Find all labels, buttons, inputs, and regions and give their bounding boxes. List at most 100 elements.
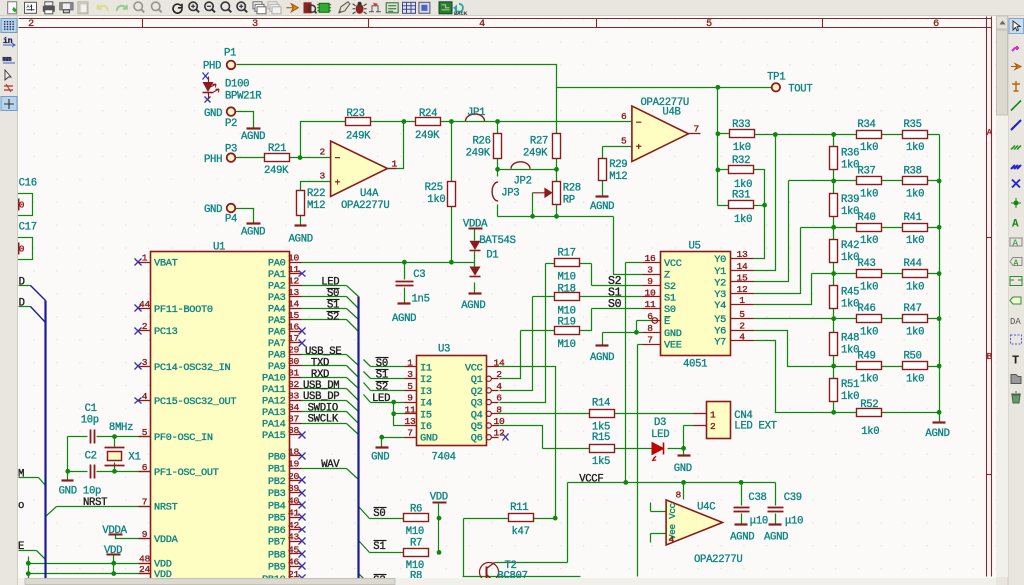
svg-text:32: 32	[288, 379, 299, 390]
svg-text:39: 39	[288, 483, 299, 494]
svg-text:D100: D100	[225, 78, 249, 90]
svg-text:PB3: PB3	[268, 488, 286, 500]
svg-text:PB6: PB6	[268, 525, 286, 537]
svg-text:BPW21R: BPW21R	[225, 90, 262, 102]
svg-text:45: 45	[288, 544, 299, 555]
svg-text:U4B: U4B	[662, 107, 680, 119]
svg-text:P3: P3	[225, 144, 237, 156]
svg-text:U3: U3	[438, 344, 450, 356]
svg-text:1k0: 1k0	[733, 142, 751, 154]
svg-text:PB4: PB4	[268, 500, 286, 512]
svg-text:43: 43	[288, 532, 299, 543]
svg-text:S0: S0	[664, 304, 676, 316]
svg-text:AGND: AGND	[392, 313, 416, 325]
svg-text:R33: R33	[732, 119, 750, 131]
svg-text:37: 37	[288, 414, 299, 425]
svg-text:PC13: PC13	[154, 326, 178, 338]
svg-text:9: 9	[142, 529, 148, 540]
svg-text:1k0: 1k0	[841, 298, 859, 310]
svg-text:10p: 10p	[81, 415, 99, 427]
svg-text:1k0: 1k0	[906, 142, 924, 154]
svg-text:14: 14	[494, 358, 505, 369]
svg-text:1k0: 1k0	[841, 160, 859, 172]
svg-text:R50: R50	[904, 351, 922, 363]
svg-text:R21: R21	[268, 143, 286, 155]
svg-text:3: 3	[320, 171, 326, 182]
svg-text:LED: LED	[372, 393, 390, 405]
svg-text:R37: R37	[857, 166, 875, 178]
svg-text:M12: M12	[307, 200, 325, 212]
svg-text:R15: R15	[592, 432, 610, 444]
svg-text:1k0: 1k0	[860, 235, 878, 247]
svg-text:AGND: AGND	[241, 227, 265, 239]
svg-text:OPA2277U: OPA2277U	[341, 200, 389, 212]
svg-text:16: 16	[645, 253, 656, 264]
svg-text:R18: R18	[558, 283, 576, 295]
svg-text:1n5: 1n5	[412, 293, 430, 305]
svg-text:5: 5	[739, 309, 745, 320]
svg-text:M10: M10	[406, 526, 424, 538]
svg-text:249K: 249K	[466, 148, 491, 160]
svg-text:Y5: Y5	[714, 314, 726, 326]
svg-text:I4: I4	[420, 398, 432, 410]
svg-text:A: A	[987, 128, 993, 138]
svg-text:3: 3	[407, 369, 413, 380]
svg-text:PB0: PB0	[268, 451, 286, 463]
svg-text:VBAT: VBAT	[154, 258, 178, 270]
svg-text:1k0: 1k0	[841, 252, 859, 264]
svg-text:PA3: PA3	[268, 292, 286, 304]
svg-text:−: −	[335, 154, 341, 165]
svg-text:9: 9	[647, 276, 653, 287]
svg-text:R32: R32	[732, 155, 750, 167]
svg-text:BACK: BACK	[454, 10, 468, 17]
svg-text:S0: S0	[376, 358, 388, 370]
svg-text:PC15-OSC32_OUT: PC15-OSC32_OUT	[154, 396, 236, 408]
svg-text:31: 31	[288, 368, 299, 379]
svg-text:U4C: U4C	[697, 502, 715, 514]
svg-text:C38: C38	[748, 492, 766, 504]
svg-text:PA6: PA6	[268, 327, 286, 339]
svg-text:4: 4	[479, 19, 485, 30]
svg-text:D: D	[19, 276, 25, 288]
svg-text:JP2: JP2	[514, 176, 532, 188]
svg-text:10: 10	[494, 416, 505, 427]
svg-text:29: 29	[288, 345, 299, 356]
svg-text:1k0: 1k0	[906, 281, 924, 293]
svg-text:44: 44	[139, 299, 150, 310]
svg-text:R27: R27	[530, 135, 548, 147]
svg-text:k47: k47	[512, 526, 530, 538]
svg-text:12: 12	[737, 284, 748, 295]
svg-text:6: 6	[621, 111, 627, 122]
svg-text:8: 8	[676, 490, 682, 501]
svg-text:R29: R29	[609, 159, 627, 171]
svg-text:1k0: 1k0	[860, 374, 878, 386]
svg-text:7: 7	[142, 497, 147, 508]
svg-text:1k0: 1k0	[427, 194, 445, 206]
svg-text:249K: 249K	[523, 148, 548, 160]
svg-text:SWDIO: SWDIO	[308, 402, 338, 414]
svg-text:20: 20	[288, 471, 299, 482]
svg-text:4: 4	[142, 391, 148, 402]
svg-text:JP3: JP3	[501, 187, 519, 199]
svg-text:USB_SE: USB_SE	[305, 346, 341, 358]
svg-text:GND: GND	[59, 486, 77, 498]
svg-text:S1: S1	[664, 293, 676, 305]
svg-text:+: +	[636, 143, 642, 154]
svg-text:PA4: PA4	[268, 304, 286, 316]
svg-text:1k0: 1k0	[860, 142, 878, 154]
svg-text:GND: GND	[420, 433, 438, 445]
svg-text:VDDA: VDDA	[463, 219, 488, 231]
svg-text:PB1: PB1	[268, 464, 286, 476]
svg-text:13: 13	[737, 249, 748, 260]
svg-text:C3: C3	[413, 269, 425, 281]
svg-text:A4: A4	[27, 4, 33, 10]
svg-text:TOUT: TOUT	[788, 83, 812, 95]
svg-text:GND: GND	[204, 204, 222, 216]
svg-text:R39: R39	[841, 194, 859, 206]
svg-text:M: M	[18, 469, 24, 481]
svg-text:R38: R38	[904, 166, 922, 178]
svg-text:2: 2	[710, 421, 716, 432]
svg-text:3: 3	[647, 265, 653, 276]
svg-text:S1: S1	[373, 541, 385, 553]
svg-text:R22: R22	[307, 188, 325, 200]
